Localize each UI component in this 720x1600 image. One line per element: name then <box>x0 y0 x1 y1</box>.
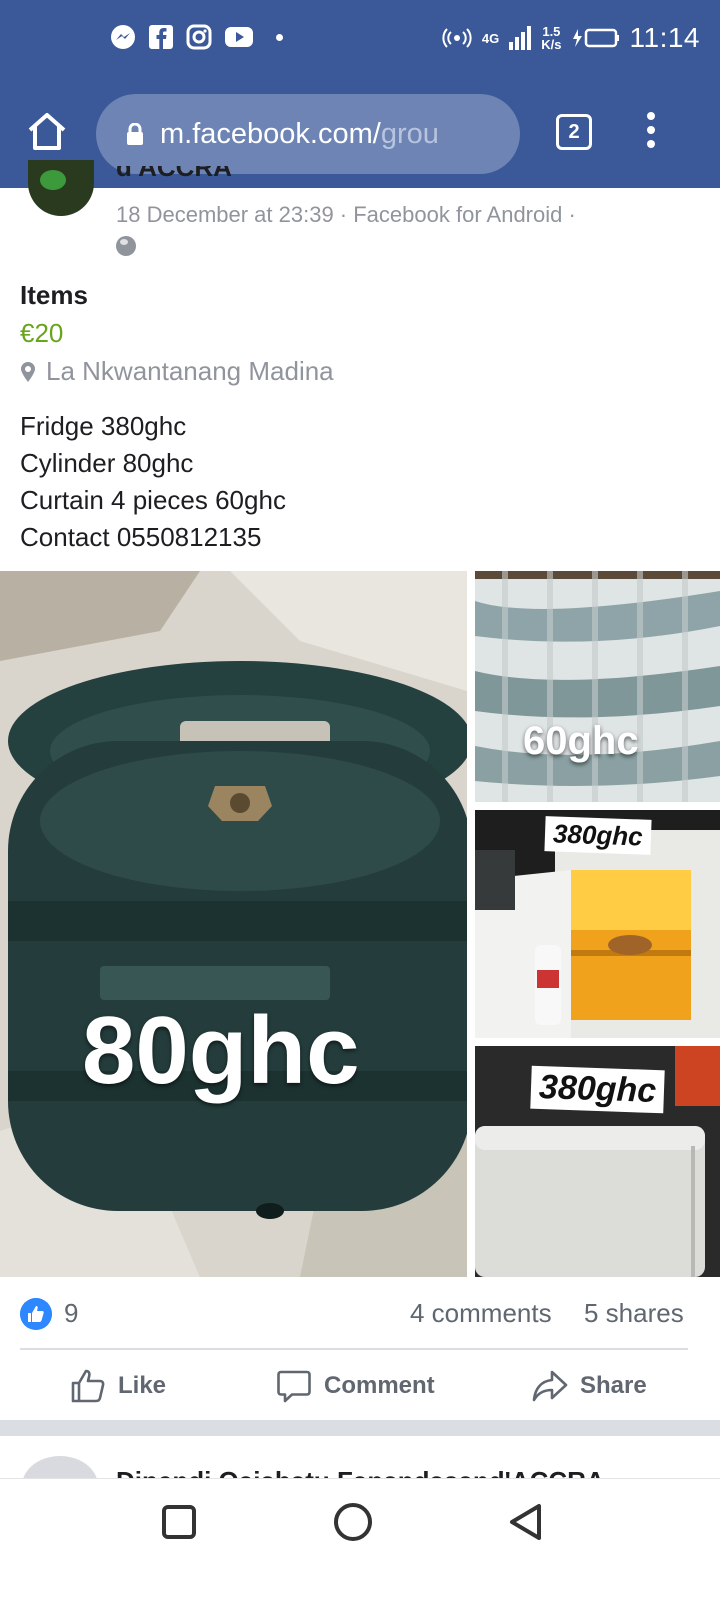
photo-fridge-open[interactable]: 380ghc <box>475 810 720 1038</box>
like-count[interactable]: 9 <box>64 1298 78 1329</box>
tab-switcher-button[interactable]: 2 <box>556 114 592 150</box>
like-label: Like <box>118 1372 167 1399</box>
status-bar: 4G 1.5 K/s 11:14 <box>0 0 720 80</box>
comment-bubble-icon <box>277 1370 311 1403</box>
share-button[interactable]: Share <box>532 1366 647 1406</box>
photo-curtain[interactable]: 60ghc <box>475 571 720 802</box>
description-line: Cylinder 80ghc <box>20 448 194 478</box>
battery-charging-icon <box>572 28 619 48</box>
network-type: 4G <box>482 32 499 45</box>
share-label: Share <box>580 1372 647 1399</box>
url-host: m.facebook.com/ <box>160 117 381 150</box>
facebook-icon <box>149 25 173 49</box>
home-circle-icon[interactable] <box>334 1503 372 1541</box>
thumbs-up-icon <box>71 1369 105 1403</box>
gas-cylinder-image <box>0 571 467 1277</box>
notification-icons <box>110 24 283 50</box>
author-avatar[interactable] <box>28 160 94 216</box>
photo-price-label: 60ghc <box>523 719 639 763</box>
location-text: La Nkwantanang Madina <box>46 356 334 386</box>
url-path: grou <box>380 117 439 150</box>
next-post-avatar[interactable] <box>22 1456 98 1478</box>
lock-icon <box>127 123 143 145</box>
screen: 4G 1.5 K/s 11:14 m.facebook.com/grou 2 d… <box>0 0 720 1600</box>
actions-divider <box>20 1348 688 1350</box>
post-description: Fridge 380ghc Cylinder 80ghc Curtain 4 p… <box>20 408 286 556</box>
description-line: Contact 0550812135 <box>20 522 262 552</box>
item-price: €20 <box>20 318 64 348</box>
speed-unit: K/s <box>541 37 562 52</box>
browser-top-bar: 4G 1.5 K/s 11:14 m.facebook.com/grou 2 <box>0 0 720 188</box>
curtain-image <box>475 571 720 802</box>
photo-fridge-closed[interactable]: 380ghc <box>475 1046 720 1277</box>
signal-icon <box>509 26 532 50</box>
clock: 11:14 <box>629 22 700 53</box>
back-triangle-icon[interactable] <box>508 1503 544 1541</box>
home-icon[interactable] <box>26 110 68 152</box>
network-type-label: 4G <box>481 30 500 46</box>
instagram-icon <box>186 24 212 50</box>
url-text: m.facebook.com/grou <box>160 118 439 151</box>
comment-label: Comment <box>324 1372 435 1399</box>
photo-gas-cylinder[interactable]: 80ghc <box>0 571 467 1277</box>
messenger-icon <box>111 25 135 49</box>
system-navigation-bar <box>0 1478 720 1600</box>
share-arrow-icon <box>532 1370 568 1402</box>
recent-apps-square-icon[interactable] <box>162 1505 196 1539</box>
item-title: Items <box>20 280 88 310</box>
youtube-icon <box>225 27 253 47</box>
system-status-icons: 4G 1.5 K/s 11:14 <box>442 22 700 54</box>
description-line: Fridge 380ghc <box>20 411 187 441</box>
like-reaction-icon[interactable] <box>20 1298 52 1330</box>
post-meta[interactable]: 18 December at 23:39 · Facebook for Andr… <box>116 202 576 228</box>
comment-button[interactable]: Comment <box>276 1366 435 1406</box>
hotspot-icon <box>442 28 472 48</box>
photo-price-label: 380ghc <box>544 816 652 855</box>
description-line: Curtain 4 pieces 60ghc <box>20 485 286 515</box>
network-speed: 1.5 K/s <box>541 25 561 51</box>
next-post-preview[interactable]: Dipendi Qaiabatu Fanandasand'ACCRA <box>0 1436 720 1478</box>
photo-price-label: 80ghc <box>82 997 360 1104</box>
more-notifications-dot <box>276 33 283 41</box>
comments-count[interactable]: 4 comments <box>410 1298 552 1329</box>
url-field[interactable]: m.facebook.com/grou <box>96 94 520 174</box>
shares-count[interactable]: 5 shares <box>584 1298 684 1329</box>
globe-icon <box>116 236 136 256</box>
overflow-menu-icon[interactable] <box>644 112 658 156</box>
next-post-author[interactable]: Dipendi Qaiabatu Fanandasand'ACCRA <box>116 1466 605 1478</box>
item-location: La Nkwantanang Madina <box>20 356 334 387</box>
photo-price-label: 380ghc <box>530 1065 665 1114</box>
location-pin-icon <box>21 361 35 382</box>
author-name[interactable]: d'ACCRA <box>116 166 232 188</box>
author-name-text: d'ACCRA <box>116 166 232 182</box>
tab-count: 2 <box>568 121 580 143</box>
post-separator <box>0 1420 720 1436</box>
address-bar-row: m.facebook.com/grou 2 <box>0 94 720 174</box>
like-button[interactable]: Like <box>70 1366 166 1406</box>
